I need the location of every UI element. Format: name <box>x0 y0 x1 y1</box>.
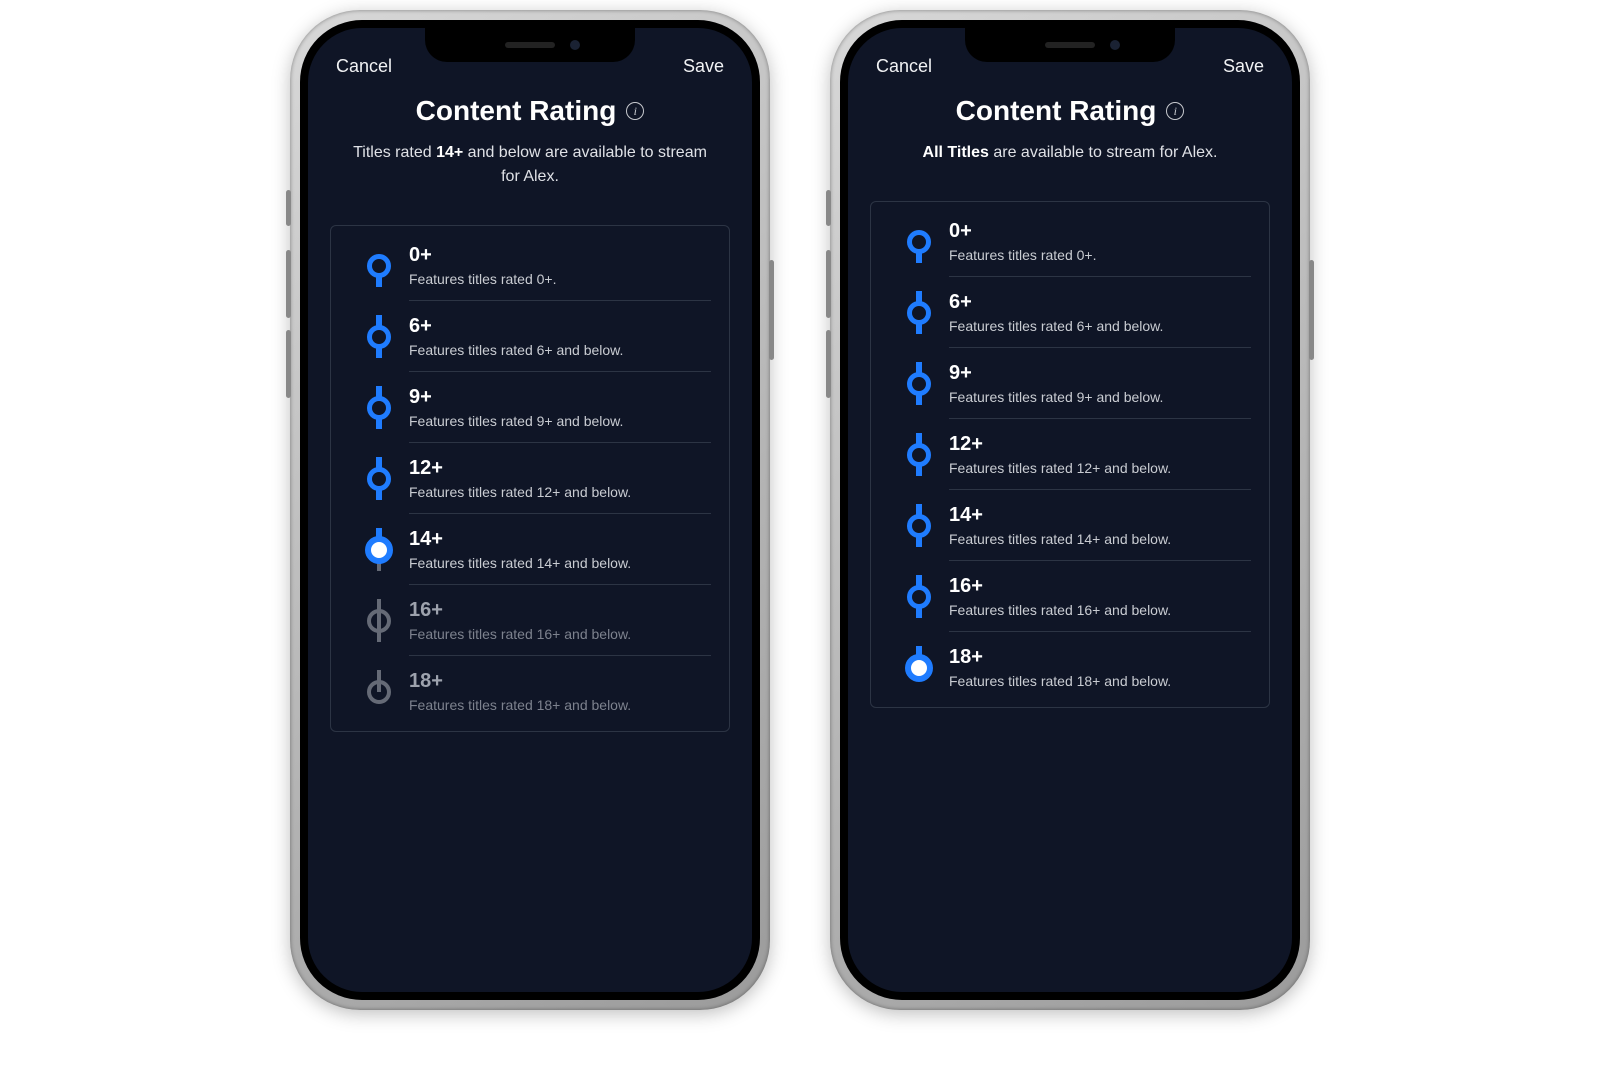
rating-option-label: 18+ <box>409 670 711 693</box>
rating-option-14plus[interactable]: 14+ Features titles rated 14+ and below. <box>871 490 1269 561</box>
rating-option-label: 18+ <box>949 646 1251 669</box>
rating-option-desc: Features titles rated 12+ and below. <box>949 460 1251 476</box>
rating-node-icon[interactable] <box>367 680 391 704</box>
rating-option-desc: Features titles rated 12+ and below. <box>409 484 711 500</box>
rating-option-desc: Features titles rated 9+ and below. <box>949 389 1251 405</box>
rating-option-desc: Features titles rated 0+. <box>409 271 711 287</box>
rating-option-label: 9+ <box>409 386 711 409</box>
rating-option-6plus[interactable]: 6+ Features titles rated 6+ and below. <box>871 277 1269 348</box>
phone-notch <box>965 28 1175 62</box>
save-button[interactable]: Save <box>683 56 724 77</box>
rating-node-icon[interactable] <box>367 396 391 420</box>
rating-option-label: 0+ <box>409 244 711 267</box>
rating-node-icon[interactable] <box>367 254 391 278</box>
cancel-button[interactable]: Cancel <box>336 56 392 77</box>
save-button[interactable]: Save <box>1223 56 1264 77</box>
phone-mockup: Cancel Save Content Rating i Titles rate… <box>290 10 770 1010</box>
rating-option-desc: Features titles rated 9+ and below. <box>409 413 711 429</box>
rating-option-12plus[interactable]: 12+ Features titles rated 12+ and below. <box>331 443 729 514</box>
rating-option-label: 6+ <box>409 315 711 338</box>
rating-slider-panel: 0+ Features titles rated 0+. 6+ Features ti… <box>870 201 1270 708</box>
rating-option-label: 9+ <box>949 362 1251 385</box>
page-title: Content Rating <box>416 95 617 127</box>
rating-option-9plus[interactable]: 9+ Features titles rated 9+ and below. <box>331 372 729 443</box>
rating-option-0plus[interactable]: 0+ Features titles rated 0+. <box>331 230 729 301</box>
rating-node-icon[interactable] <box>907 514 931 538</box>
rating-slider-panel: 0+ Features titles rated 0+. 6+ Features ti… <box>330 225 730 732</box>
rating-option-label: 12+ <box>409 457 711 480</box>
rating-node-icon[interactable] <box>367 609 391 633</box>
rating-option-label: 12+ <box>949 433 1251 456</box>
info-icon[interactable]: i <box>1166 102 1184 120</box>
rating-option-desc: Features titles rated 0+. <box>949 247 1251 263</box>
rating-node-icon[interactable] <box>907 230 931 254</box>
rating-option-9plus[interactable]: 9+ Features titles rated 9+ and below. <box>871 348 1269 419</box>
rating-option-desc: Features titles rated 18+ and below. <box>409 697 711 713</box>
rating-option-desc: Features titles rated 14+ and below. <box>409 555 711 571</box>
rating-option-0plus[interactable]: 0+ Features titles rated 0+. <box>871 206 1269 277</box>
rating-option-14plus[interactable]: 14+ Features titles rated 14+ and below. <box>331 514 729 585</box>
rating-option-label: 14+ <box>949 504 1251 527</box>
page-title: Content Rating <box>956 95 1157 127</box>
phone-mockup: Cancel Save Content Rating i All Titles … <box>830 10 1310 1010</box>
rating-option-desc: Features titles rated 16+ and below. <box>949 602 1251 618</box>
phone-notch <box>425 28 635 62</box>
rating-option-12plus[interactable]: 12+ Features titles rated 12+ and below. <box>871 419 1269 490</box>
rating-node-icon[interactable] <box>367 467 391 491</box>
rating-option-6plus[interactable]: 6+ Features titles rated 6+ and below. <box>331 301 729 372</box>
rating-option-desc: Features titles rated 6+ and below. <box>409 342 711 358</box>
rating-option-16plus[interactable]: 16+ Features titles rated 16+ and below. <box>331 585 729 656</box>
cancel-button[interactable]: Cancel <box>876 56 932 77</box>
content-rating-subtitle: All Titles are available to stream for A… <box>884 141 1256 165</box>
rating-node-icon[interactable] <box>365 536 393 564</box>
rating-option-label: 14+ <box>409 528 711 551</box>
rating-option-16plus[interactable]: 16+ Features titles rated 16+ and below. <box>871 561 1269 632</box>
rating-node-icon[interactable] <box>907 372 931 396</box>
rating-option-desc: Features titles rated 14+ and below. <box>949 531 1251 547</box>
rating-node-icon[interactable] <box>907 585 931 609</box>
rating-option-label: 0+ <box>949 220 1251 243</box>
rating-option-18plus[interactable]: 18+ Features titles rated 18+ and below. <box>331 656 729 727</box>
rating-node-icon[interactable] <box>907 301 931 325</box>
rating-option-desc: Features titles rated 16+ and below. <box>409 626 711 642</box>
rating-option-label: 16+ <box>949 575 1251 598</box>
rating-option-desc: Features titles rated 6+ and below. <box>949 318 1251 334</box>
rating-node-icon[interactable] <box>367 325 391 349</box>
rating-option-label: 16+ <box>409 599 711 622</box>
info-icon[interactable]: i <box>626 102 644 120</box>
rating-option-desc: Features titles rated 18+ and below. <box>949 673 1251 689</box>
rating-option-18plus[interactable]: 18+ Features titles rated 18+ and below. <box>871 632 1269 703</box>
rating-node-icon[interactable] <box>907 443 931 467</box>
rating-node-icon[interactable] <box>905 654 933 682</box>
content-rating-subtitle: Titles rated 14+ and below are available… <box>344 141 716 189</box>
rating-option-label: 6+ <box>949 291 1251 314</box>
